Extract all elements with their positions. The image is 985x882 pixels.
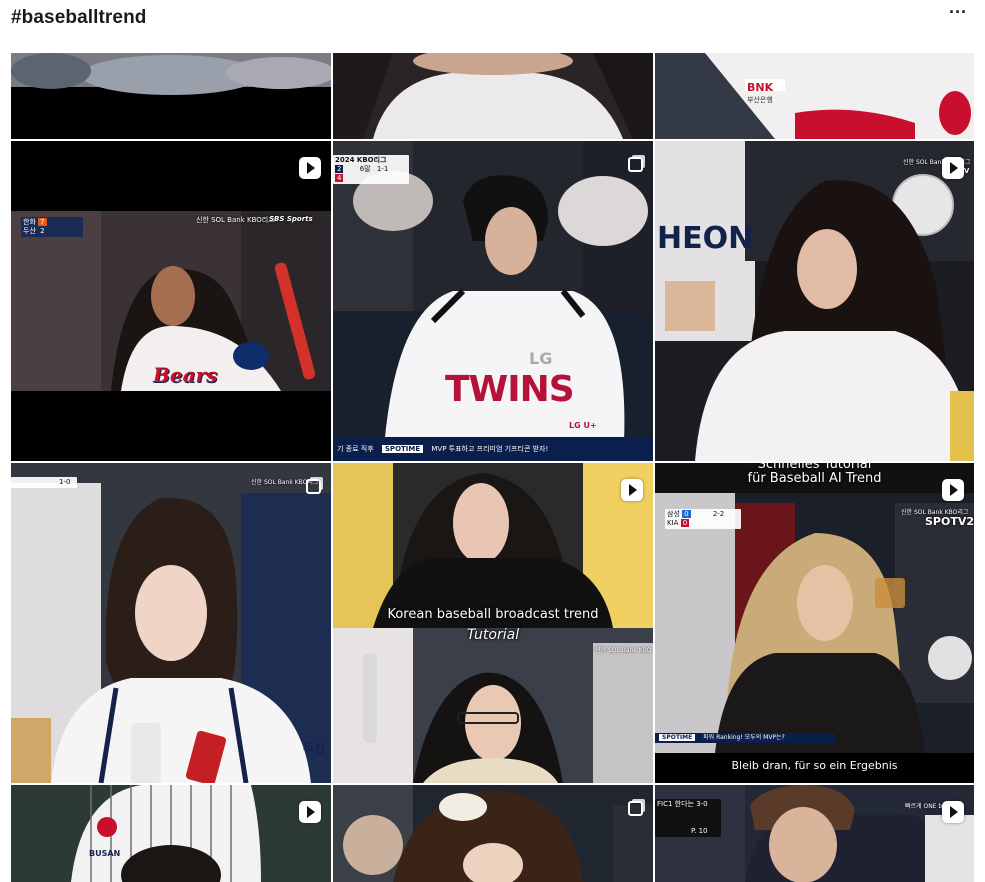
- score-val-right: 2: [40, 227, 45, 235]
- jersey-label: HEON: [657, 221, 754, 256]
- score-count: 1-0: [59, 478, 71, 486]
- multi-image-icon: [306, 479, 321, 494]
- video-grid: BNK 부산은행 신한 SOL Bank KBO리그 SBS Sports 한화…: [11, 53, 974, 882]
- tile-thumbnail: [333, 141, 653, 461]
- jersey-logo: LG: [529, 349, 553, 368]
- tile-thumbnail: [11, 463, 331, 783]
- play-icon: [299, 157, 321, 179]
- grid-tile-r3c3[interactable]: Schnelles Tutorial für Baseball AI Trend…: [655, 463, 974, 783]
- tile-thumbnail: [333, 785, 653, 882]
- ticker-tag: SPOTIME: [659, 734, 696, 741]
- ticker-text: 파워 Ranking! 모두의 MVP는?: [703, 734, 785, 741]
- scoreboard-line2: P. 10: [691, 827, 708, 835]
- score-count: 2-2: [712, 510, 725, 518]
- scoreboard: 한화 7 두산 2: [21, 217, 83, 237]
- jersey-label: BUSAN: [89, 849, 121, 858]
- grid-tile-r3c1[interactable]: 1-0 신한 SOL Bank KBO리그 두산: [11, 463, 331, 783]
- grid-tile-r4c1[interactable]: BUSAN: [11, 785, 331, 882]
- score-val2: 0: [680, 519, 690, 527]
- more-options-icon[interactable]: ···: [944, 2, 972, 26]
- score-count: 1-1: [376, 165, 389, 173]
- broadcast-league-label: 신한 SOL Bank KBO리그: [196, 216, 275, 224]
- ticker-text: MVP 투표하고 프리미엄 기프티콘 받자!: [431, 445, 549, 453]
- score-team-right: 두산: [23, 227, 36, 235]
- score-team1: 2: [335, 165, 344, 173]
- tile-thumbnail: [333, 53, 653, 139]
- grid-tile-r2c2[interactable]: 2024 KBO리그 2 6말 1-1 4 LG TWINS LG U+ 기 종…: [333, 141, 653, 461]
- multi-image-icon: [628, 157, 643, 172]
- grid-tile-r1c1[interactable]: [11, 53, 331, 139]
- scoreboard-title: 2024 KBO리그: [335, 156, 387, 164]
- page-header: #baseballtrend ···: [0, 0, 985, 40]
- grid-tile-r1c2[interactable]: [333, 53, 653, 139]
- tile-thumbnail: [655, 141, 974, 461]
- ticker-tag: SPOTIME: [381, 445, 424, 453]
- score-team2: KIA: [667, 519, 679, 527]
- scoreboard: FIC1 한다는 3-0 P. 10: [655, 799, 721, 837]
- scoreboard-title: FIC1 한다는 3-0: [657, 800, 708, 808]
- score-inning: 6말: [359, 165, 371, 173]
- scoreboard: 삼성 0 2-2 KIA 0: [665, 509, 741, 529]
- score-team2: 4: [335, 174, 344, 182]
- caption-bottom: Bleib dran, für so ein Ergebnis: [731, 759, 898, 772]
- hashtag-title: #baseballtrend: [11, 7, 147, 28]
- tile-thumbnail: [11, 785, 331, 882]
- grid-tile-r1c3[interactable]: BNK 부산은행: [655, 53, 974, 139]
- score-team1: 삼성: [667, 510, 680, 518]
- jersey-label: Bears: [153, 363, 218, 387]
- jersey-label: TWINS: [445, 369, 575, 410]
- tutorial-caption-sub: Tutorial: [466, 627, 520, 643]
- grid-tile-r2c3[interactable]: 신한 SOL Bank KBO리그 SPOTV HEON: [655, 141, 974, 461]
- ticker-left-text: 기 종료 직후: [337, 445, 374, 453]
- tile-thumbnail: [655, 53, 974, 139]
- scoreboard: 2024 KBO리그 2 6말 1-1 4: [333, 155, 409, 184]
- score-team-left: 한화: [23, 218, 36, 226]
- score-val1: 0: [682, 510, 691, 518]
- multi-image-icon: [628, 801, 643, 816]
- caption-top-line2: für Baseball AI Trend: [747, 471, 882, 486]
- broadcast-ticker: SPOTIME 파워 Ranking! 모두의 MVP는?: [655, 733, 835, 743]
- tile-thumbnail: [333, 463, 653, 783]
- broadcast-network-label: SBS Sports: [269, 215, 313, 223]
- jersey-sponsor: LG U+: [569, 421, 597, 430]
- broadcast-league-label: 빠르게 ONE b: [905, 803, 943, 810]
- play-icon: [942, 479, 964, 501]
- broadcast-network-label: SPOTV2: [925, 515, 974, 528]
- jersey-label: BNK: [747, 81, 774, 94]
- tile-thumbnail: [11, 141, 331, 461]
- jersey-label: 두산: [303, 741, 326, 755]
- play-icon: [942, 801, 964, 823]
- grid-tile-r3c2[interactable]: Korean baseball broadcast trend Tutorial…: [333, 463, 653, 783]
- tutorial-caption-main: Korean baseball broadcast trend: [387, 607, 599, 622]
- jersey-sublabel: 부산은행: [747, 96, 773, 104]
- score-val-left: 7: [38, 218, 47, 226]
- grid-tile-r4c3[interactable]: FIC1 한다는 3-0 P. 10 빠르게 ONE b: [655, 785, 974, 882]
- play-icon: [942, 157, 964, 179]
- grid-tile-r4c2[interactable]: [333, 785, 653, 882]
- grid-tile-r2c1[interactable]: 신한 SOL Bank KBO리그 SBS Sports 한화 7 두산 2 B…: [11, 141, 331, 461]
- broadcast-ticker: 기 종료 직후 SPOTIME MVP 투표하고 프리미엄 기프티콘 받자!: [333, 443, 653, 455]
- play-icon: [621, 479, 643, 501]
- broadcast-league-label: 신한 SOL Bank KBO: [595, 647, 652, 654]
- scoreboard: 1-0: [11, 477, 77, 488]
- play-icon: [299, 801, 321, 823]
- tile-thumbnail: [11, 53, 331, 139]
